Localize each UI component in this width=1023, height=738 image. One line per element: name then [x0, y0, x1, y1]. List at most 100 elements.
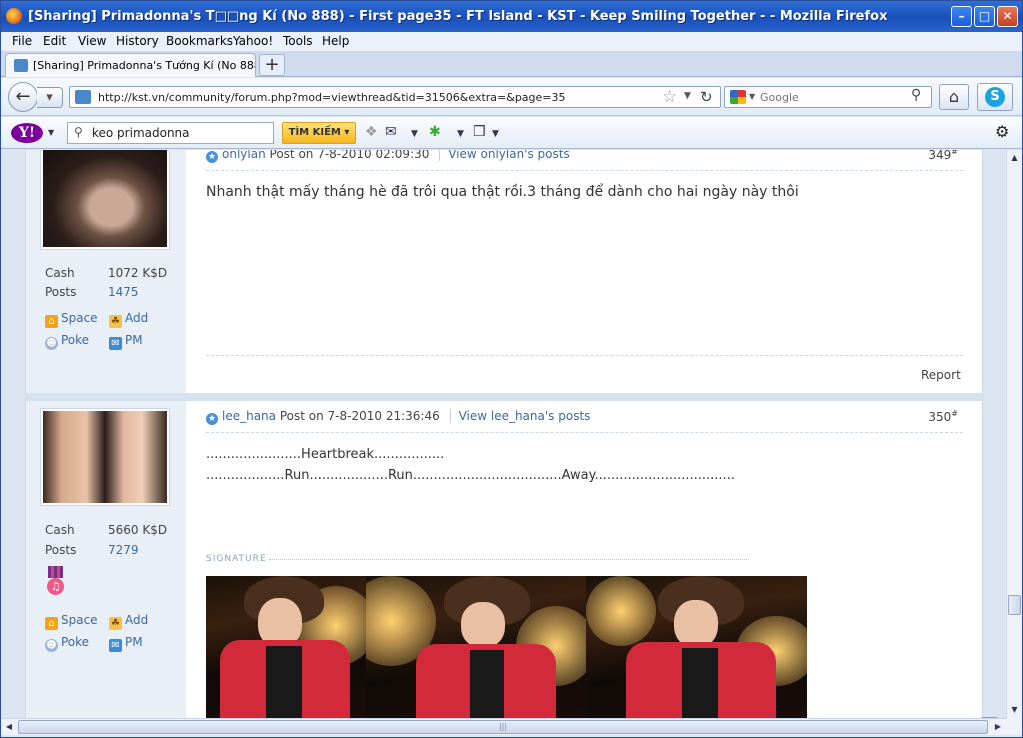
handshake-icon: ☘	[109, 315, 122, 328]
engine-dropdown-icon[interactable]: ▼	[749, 92, 755, 101]
menu-file[interactable]: File	[12, 34, 32, 48]
post-number[interactable]: 350#	[906, 409, 958, 424]
report-link[interactable]: Report	[921, 368, 961, 382]
tab-active[interactable]: [Sharing] Primadonna's Tướng Kí (No 888)…	[5, 53, 256, 77]
toolbar-divider-icon: ❖	[365, 124, 378, 140]
pages-dropdown-icon[interactable]: ▼	[492, 129, 499, 139]
url-input[interactable]	[98, 89, 658, 105]
magnifier-icon[interactable]: ⚲	[911, 87, 921, 103]
site-favicon	[75, 90, 91, 104]
post-date: Post on 7-8-2010 02:09:30	[269, 150, 430, 161]
horizontal-scroll-thumb[interactable]: |||	[18, 720, 988, 734]
cash-value: 5660 K$D	[108, 523, 168, 537]
firefox-icon	[6, 8, 22, 24]
add-label: Add	[125, 311, 149, 325]
vertical-scroll-thumb[interactable]	[1008, 595, 1021, 615]
cash-label: Cash	[45, 266, 75, 280]
pm-label: PM	[125, 635, 143, 649]
space-link[interactable]: ⌂ Space	[45, 311, 98, 328]
space-label: Space	[61, 613, 98, 627]
medal-icon[interactable]: ♫	[46, 566, 65, 598]
yahoo-search-box[interactable]: ⚲	[67, 122, 274, 144]
forward-arrow-icon[interactable]: ▾	[37, 87, 63, 108]
space-label: Space	[61, 311, 98, 325]
url-bar[interactable]: ☆ ▼ ↻	[69, 86, 721, 108]
yahoo-dropdown-icon[interactable]: ▼	[48, 128, 54, 137]
scroll-left-arrow-icon[interactable]: ◀	[1, 719, 17, 735]
post-number-value: 350	[928, 410, 952, 424]
thread-content: Cash 1072 K$D Posts 1475 ⌂ Space ☘ Add ☻ Po…	[25, 150, 984, 718]
page-viewport: Cash 1072 K$D Posts 1475 ⌂ Space ☘ Add ☻ Po…	[1, 150, 1006, 718]
mail-icon[interactable]: ✉	[385, 124, 397, 140]
poke-link[interactable]: ☻ Poke	[45, 635, 89, 652]
menu-bookmarks[interactable]: Bookmarks	[166, 34, 233, 48]
horizontal-scrollbar[interactable]: ◀ ||| ▶	[1, 718, 1006, 735]
mail-icon: ✉	[109, 337, 122, 350]
author-link[interactable]: onlylan	[222, 150, 266, 161]
back-arrow-icon[interactable]: ←	[8, 82, 38, 112]
menu-yahoo[interactable]: Yahoo!	[233, 34, 273, 48]
post-divider	[206, 355, 963, 356]
url-dropdown-icon[interactable]: ▼	[684, 91, 691, 101]
online-status-icon: ★	[206, 413, 218, 425]
signature-photo	[586, 576, 807, 718]
menu-tools[interactable]: Tools	[283, 34, 313, 48]
bookmark-star-icon[interactable]: ☆	[662, 87, 677, 107]
menu-view[interactable]: View	[78, 34, 106, 48]
reload-icon[interactable]: ↻	[700, 88, 713, 106]
view-author-posts-link[interactable]: View lee_hana's posts	[449, 409, 591, 423]
yahoo-logo[interactable]: Y!	[11, 123, 43, 143]
post-divider	[206, 170, 963, 171]
pages-icon[interactable]: ❒	[473, 124, 486, 140]
pm-link[interactable]: ✉ PM	[109, 333, 143, 350]
minimize-button[interactable]: –	[951, 6, 972, 27]
post-author-sidebar: Cash 5660 K$D Posts 7279	[26, 401, 186, 718]
posts-value[interactable]: 7279	[108, 543, 139, 557]
add-friend-link[interactable]: ☘ Add	[109, 311, 148, 328]
scroll-right-arrow-icon[interactable]: ▶	[990, 719, 1006, 735]
tab-label: [Sharing] Primadonna's Tướng Kí (No 888)…	[33, 59, 255, 72]
close-button[interactable]: ✕	[997, 6, 1018, 27]
post-number[interactable]: 349#	[906, 150, 958, 162]
poke-icon: ☻	[45, 337, 58, 350]
space-link[interactable]: ⌂ Space	[45, 613, 98, 630]
avatar[interactable]	[41, 409, 169, 505]
author-link[interactable]: lee_hana	[222, 409, 276, 423]
menu-help[interactable]: Help	[322, 34, 349, 48]
vertical-scrollbar[interactable]: ▲ ▼	[1006, 150, 1022, 718]
signature-photo	[206, 576, 366, 718]
add-friend-link[interactable]: ☘ Add	[109, 613, 148, 630]
yahoo-toolbar: Y! ▼ ⚲ TÌM KIẾM ▾ ❖ ✉ ▼ ✱ ▼ ❒ ▼ ⚙	[1, 117, 1022, 149]
scroll-down-arrow-icon[interactable]: ▼	[1007, 702, 1022, 718]
new-tab-button[interactable]: +	[259, 54, 285, 76]
post-author-sidebar: Cash 1072 K$D Posts 1475 ⌂ Space ☘ Add ☻ Po…	[26, 150, 186, 393]
menu-edit[interactable]: Edit	[43, 34, 66, 48]
view-author-posts-link[interactable]: View onlylan's posts	[439, 150, 570, 161]
cash-label: Cash	[45, 523, 75, 537]
yahoo-search-input[interactable]	[92, 125, 267, 141]
window-title: [Sharing] Primadonna's T□□ng Kí (No 888)…	[28, 9, 888, 24]
post-number-suffix: #	[951, 409, 958, 418]
mail-dropdown-icon[interactable]: ▼	[411, 129, 418, 139]
posts-label: Posts	[45, 285, 77, 299]
online-status-icon: ★	[206, 151, 218, 163]
menu-bar: File Edit View History Bookmarks Yahoo! …	[1, 32, 1022, 51]
gear-icon[interactable]: ⚙	[995, 122, 1009, 141]
home-icon[interactable]: ⌂	[939, 84, 969, 110]
menu-history[interactable]: History	[116, 34, 159, 48]
skype-icon[interactable]: S	[977, 83, 1013, 111]
google-icon[interactable]	[730, 90, 746, 104]
web-search-box[interactable]: ▼ ⚲	[724, 86, 932, 108]
pm-link[interactable]: ✉ PM	[109, 635, 143, 652]
magnifier-icon: ⚲	[74, 125, 83, 139]
app-dropdown-icon[interactable]: ▼	[457, 129, 464, 139]
post-number-suffix: #	[951, 150, 958, 156]
yahoo-search-button[interactable]: TÌM KIẾM ▾	[282, 122, 356, 144]
maximize-button[interactable]: □	[974, 6, 995, 27]
scroll-up-arrow-icon[interactable]: ▲	[1007, 150, 1022, 166]
poke-link[interactable]: ☻ Poke	[45, 333, 89, 350]
web-search-input[interactable]	[760, 89, 905, 105]
posts-value[interactable]: 1475	[108, 285, 139, 299]
yahoo-app-icon[interactable]: ✱	[429, 124, 441, 140]
avatar[interactable]	[41, 150, 169, 249]
